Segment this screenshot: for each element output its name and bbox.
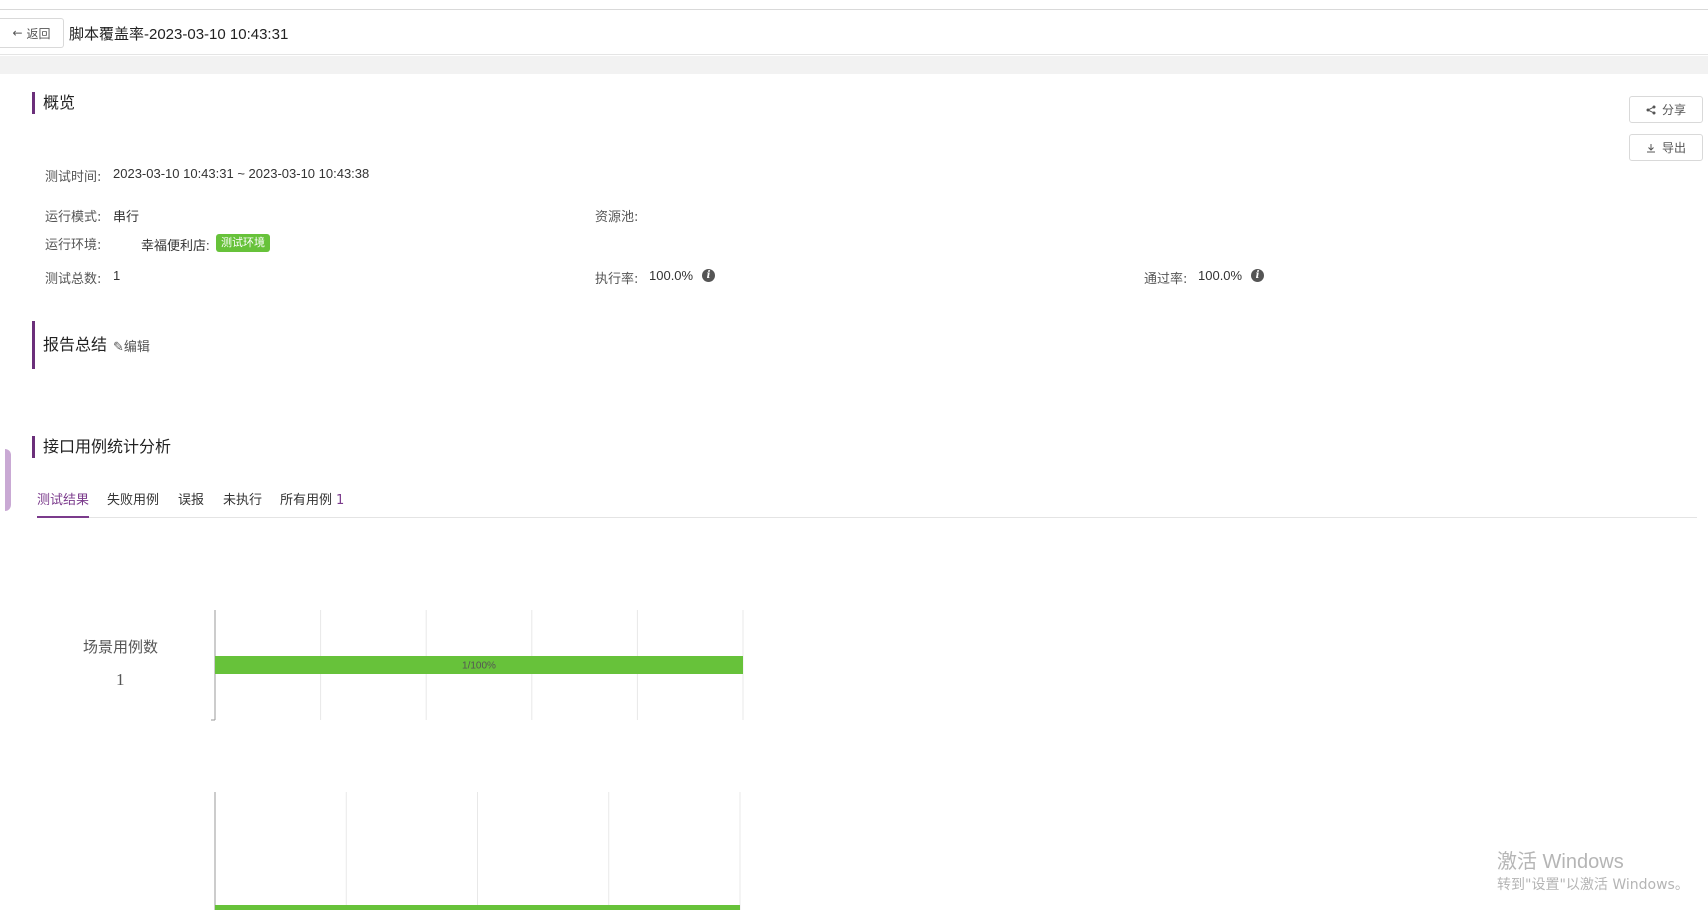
bar: [215, 905, 740, 910]
summary-title: 报告总结: [32, 321, 107, 369]
run-env-label: 运行环境:: [45, 238, 102, 253]
export-label: 导出: [1661, 141, 1686, 155]
export-button[interactable]: 导出: [1629, 134, 1703, 161]
pass-rate-info-icon[interactable]: i: [1251, 269, 1264, 282]
scenario-bar-chart: 00.20.40.60.811/100%: [211, 610, 744, 721]
arrow-left-icon: ←: [12, 26, 23, 40]
tab-not-executed[interactable]: 未执行: [223, 488, 262, 518]
tab-false-positive[interactable]: 误报: [178, 488, 204, 518]
exec-rate-info-icon[interactable]: i: [702, 269, 715, 282]
analysis-title: 接口用例统计分析: [32, 436, 171, 458]
back-label: 返回: [26, 26, 51, 41]
edit-summary-link[interactable]: ✎编辑: [113, 336, 150, 355]
exec-rate-label: 执行率:: [595, 272, 639, 287]
back-button[interactable]: ← 返回: [0, 18, 64, 48]
share-button[interactable]: 分享: [1629, 96, 1703, 123]
run-env-value: 幸福便利店:: [141, 238, 210, 253]
chart-side-value: 1: [116, 670, 125, 689]
windows-watermark-sub: 转到"设置"以激活 Windows。: [1497, 877, 1689, 893]
header-gap: [0, 56, 1708, 74]
test-time-value: 2023-03-10 10:43:31 ~ 2023-03-10 10:43:3…: [113, 166, 370, 181]
tab-all-cases[interactable]: 所有用例 1: [280, 488, 344, 518]
run-mode-value: 串行: [113, 209, 140, 224]
overview-title: 概览: [32, 92, 75, 114]
tab-failed-cases[interactable]: 失败用例: [107, 488, 159, 518]
total-value: 1: [113, 268, 121, 283]
exec-rate-value: 100.0%: [649, 268, 694, 283]
tab-test-results[interactable]: 测试结果: [37, 488, 90, 518]
report-content: 概览 分享 导出 测试时间: 2023-03-10 10:43:31 ~ 202…: [5, 74, 1708, 910]
all-cases-count: 1: [336, 493, 345, 508]
total-label: 测试总数:: [45, 272, 102, 287]
resource-pool-label: 资源池:: [595, 210, 639, 225]
download-icon: [1646, 143, 1655, 152]
page-title: 脚本覆盖率-2023-03-10 10:43:31: [69, 26, 289, 43]
env-tag: 测试环境: [216, 234, 270, 252]
bar-data-label: 1/100%: [462, 661, 496, 672]
run-mode-label: 运行模式:: [45, 210, 102, 225]
page-header: ← 返回 脚本覆盖率-2023-03-10 10:43:31: [0, 11, 1708, 55]
chart-side-label: 场景用例数: [83, 638, 159, 656]
share-icon: [1646, 105, 1656, 114]
pass-rate-label: 通过率:: [1144, 272, 1188, 287]
share-label: 分享: [1661, 103, 1686, 117]
second-bar-chart: [214, 792, 741, 910]
windows-watermark-title: 激活 Windows: [1497, 851, 1624, 873]
test-time-label: 测试时间:: [45, 170, 102, 185]
pass-rate-value: 100.0%: [1198, 268, 1243, 283]
top-border: [0, 0, 1708, 10]
analysis-tabs: 测试结果 失败用例 误报 未执行 所有用例 1: [37, 488, 1697, 518]
side-collapse-handle[interactable]: [5, 449, 11, 511]
